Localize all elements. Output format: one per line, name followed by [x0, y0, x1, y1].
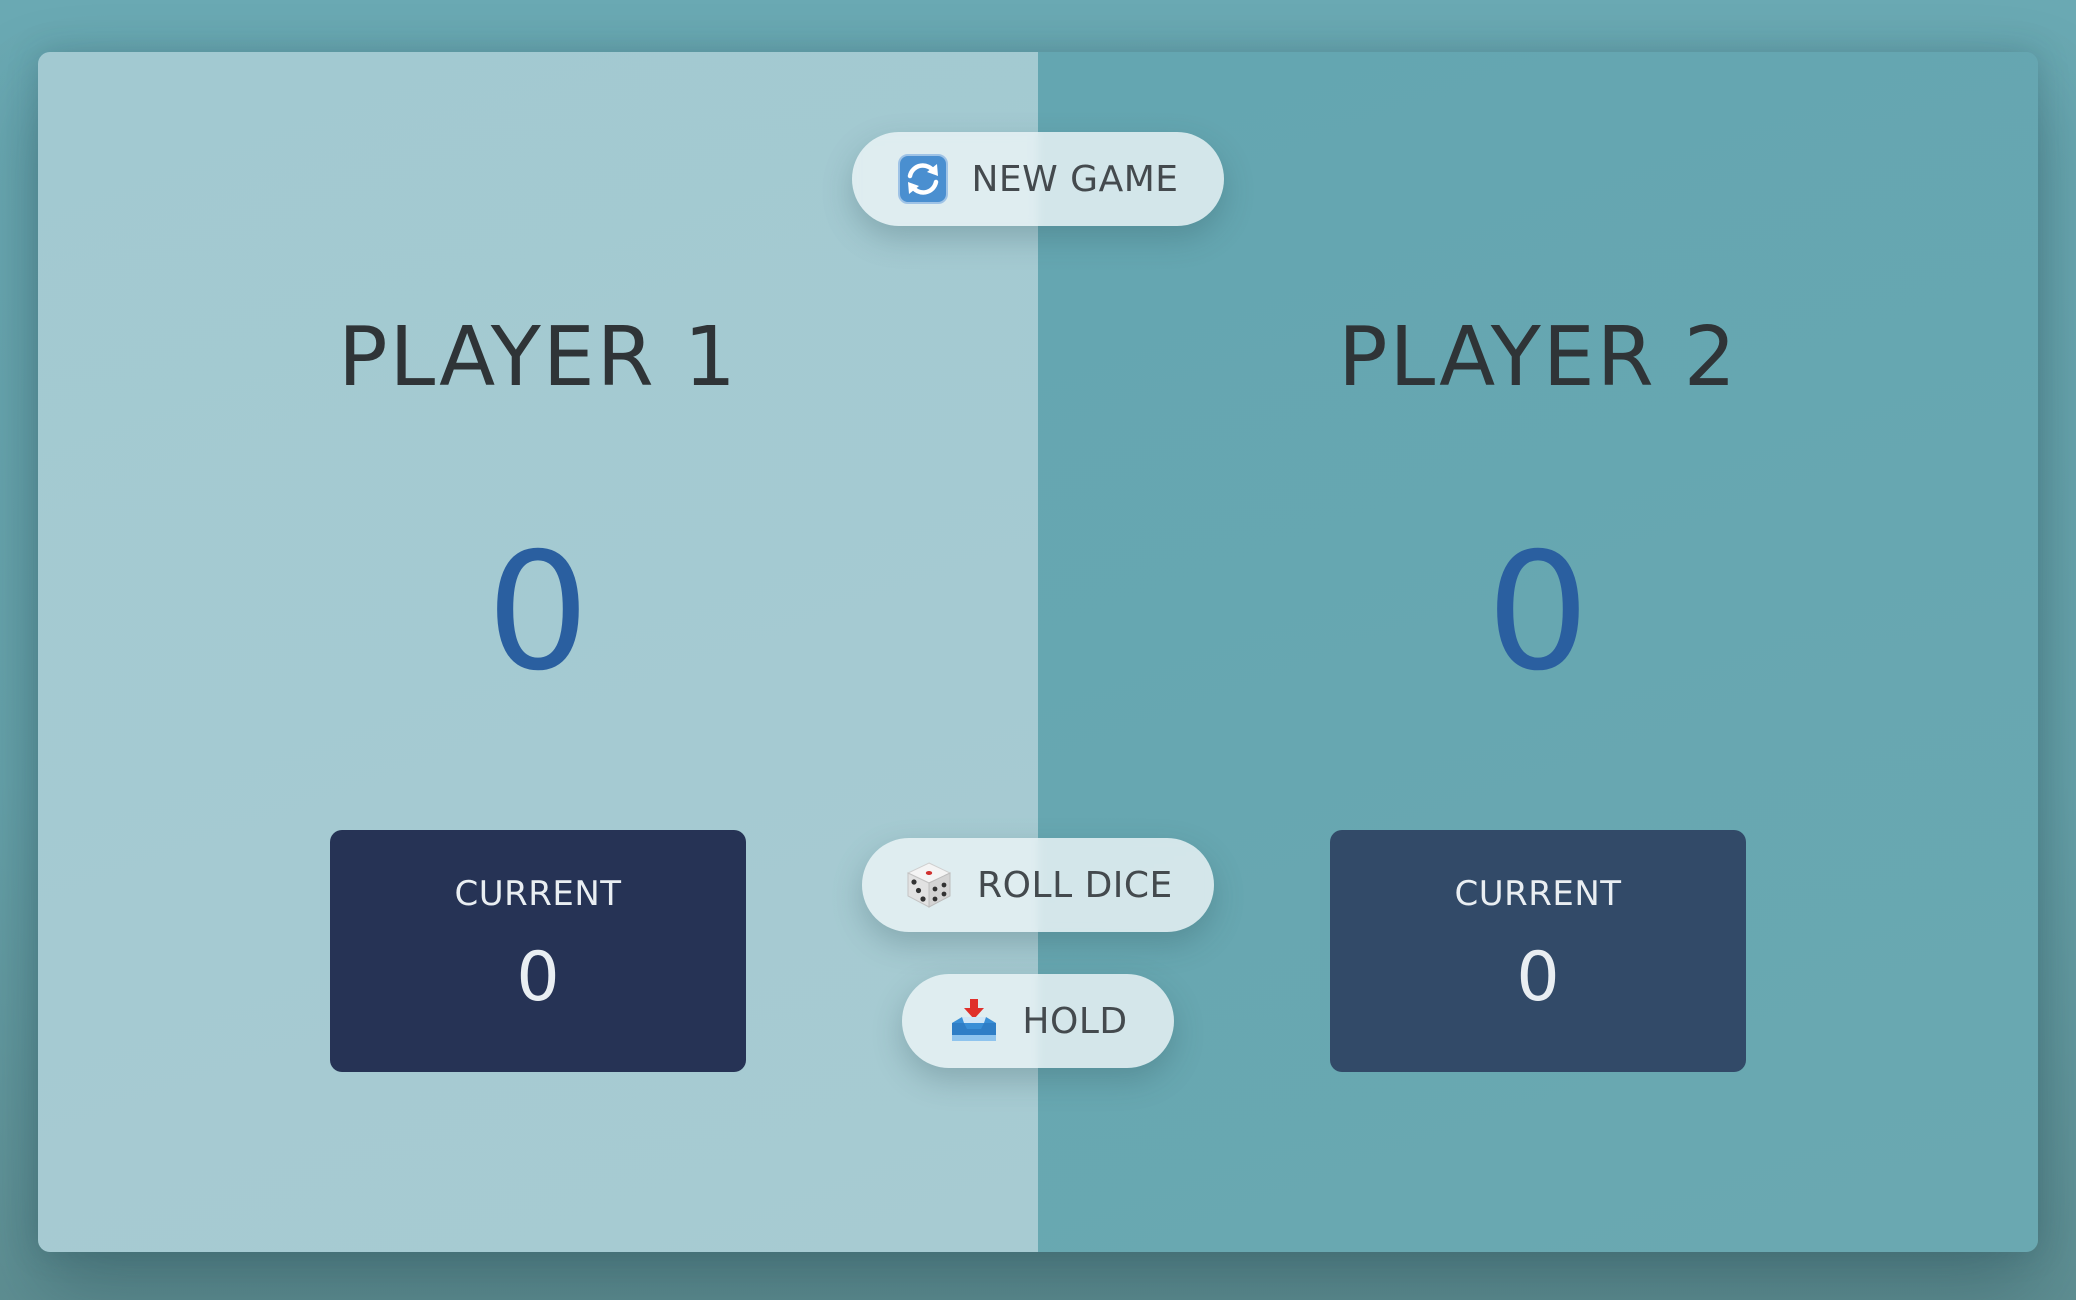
player-1-current-label: CURRENT — [454, 874, 622, 914]
player-2-panel: PLAYER 2 0 CURRENT 0 — [1038, 52, 2038, 1252]
player-2-name: PLAYER 2 — [1338, 310, 1738, 406]
roll-dice-label: ROLL DICE — [977, 864, 1173, 906]
dice-icon — [903, 859, 955, 911]
player-1-score: 0 — [486, 519, 590, 707]
player-2-current-box: CURRENT 0 — [1330, 830, 1746, 1072]
player-2-current-label: CURRENT — [1454, 874, 1622, 914]
refresh-icon — [897, 153, 949, 205]
player-1-name: PLAYER 1 — [338, 310, 738, 406]
hold-label: HOLD — [1022, 1000, 1128, 1042]
new-game-label: NEW GAME — [971, 158, 1179, 200]
hold-button[interactable]: HOLD — [902, 974, 1174, 1068]
player-2-current-score: 0 — [1516, 938, 1560, 1017]
player-1-current-score: 0 — [516, 938, 560, 1017]
player-1-current-box: CURRENT 0 — [330, 830, 746, 1072]
inbox-tray-icon — [948, 995, 1000, 1047]
new-game-button[interactable]: NEW GAME — [852, 132, 1224, 226]
player-2-score: 0 — [1486, 519, 1590, 707]
game-board: PLAYER 1 0 CURRENT 0 PLAYER 2 0 CURRENT … — [38, 52, 2038, 1252]
player-1-panel: PLAYER 1 0 CURRENT 0 — [38, 52, 1038, 1252]
roll-dice-button[interactable]: ROLL DICE — [862, 838, 1214, 932]
